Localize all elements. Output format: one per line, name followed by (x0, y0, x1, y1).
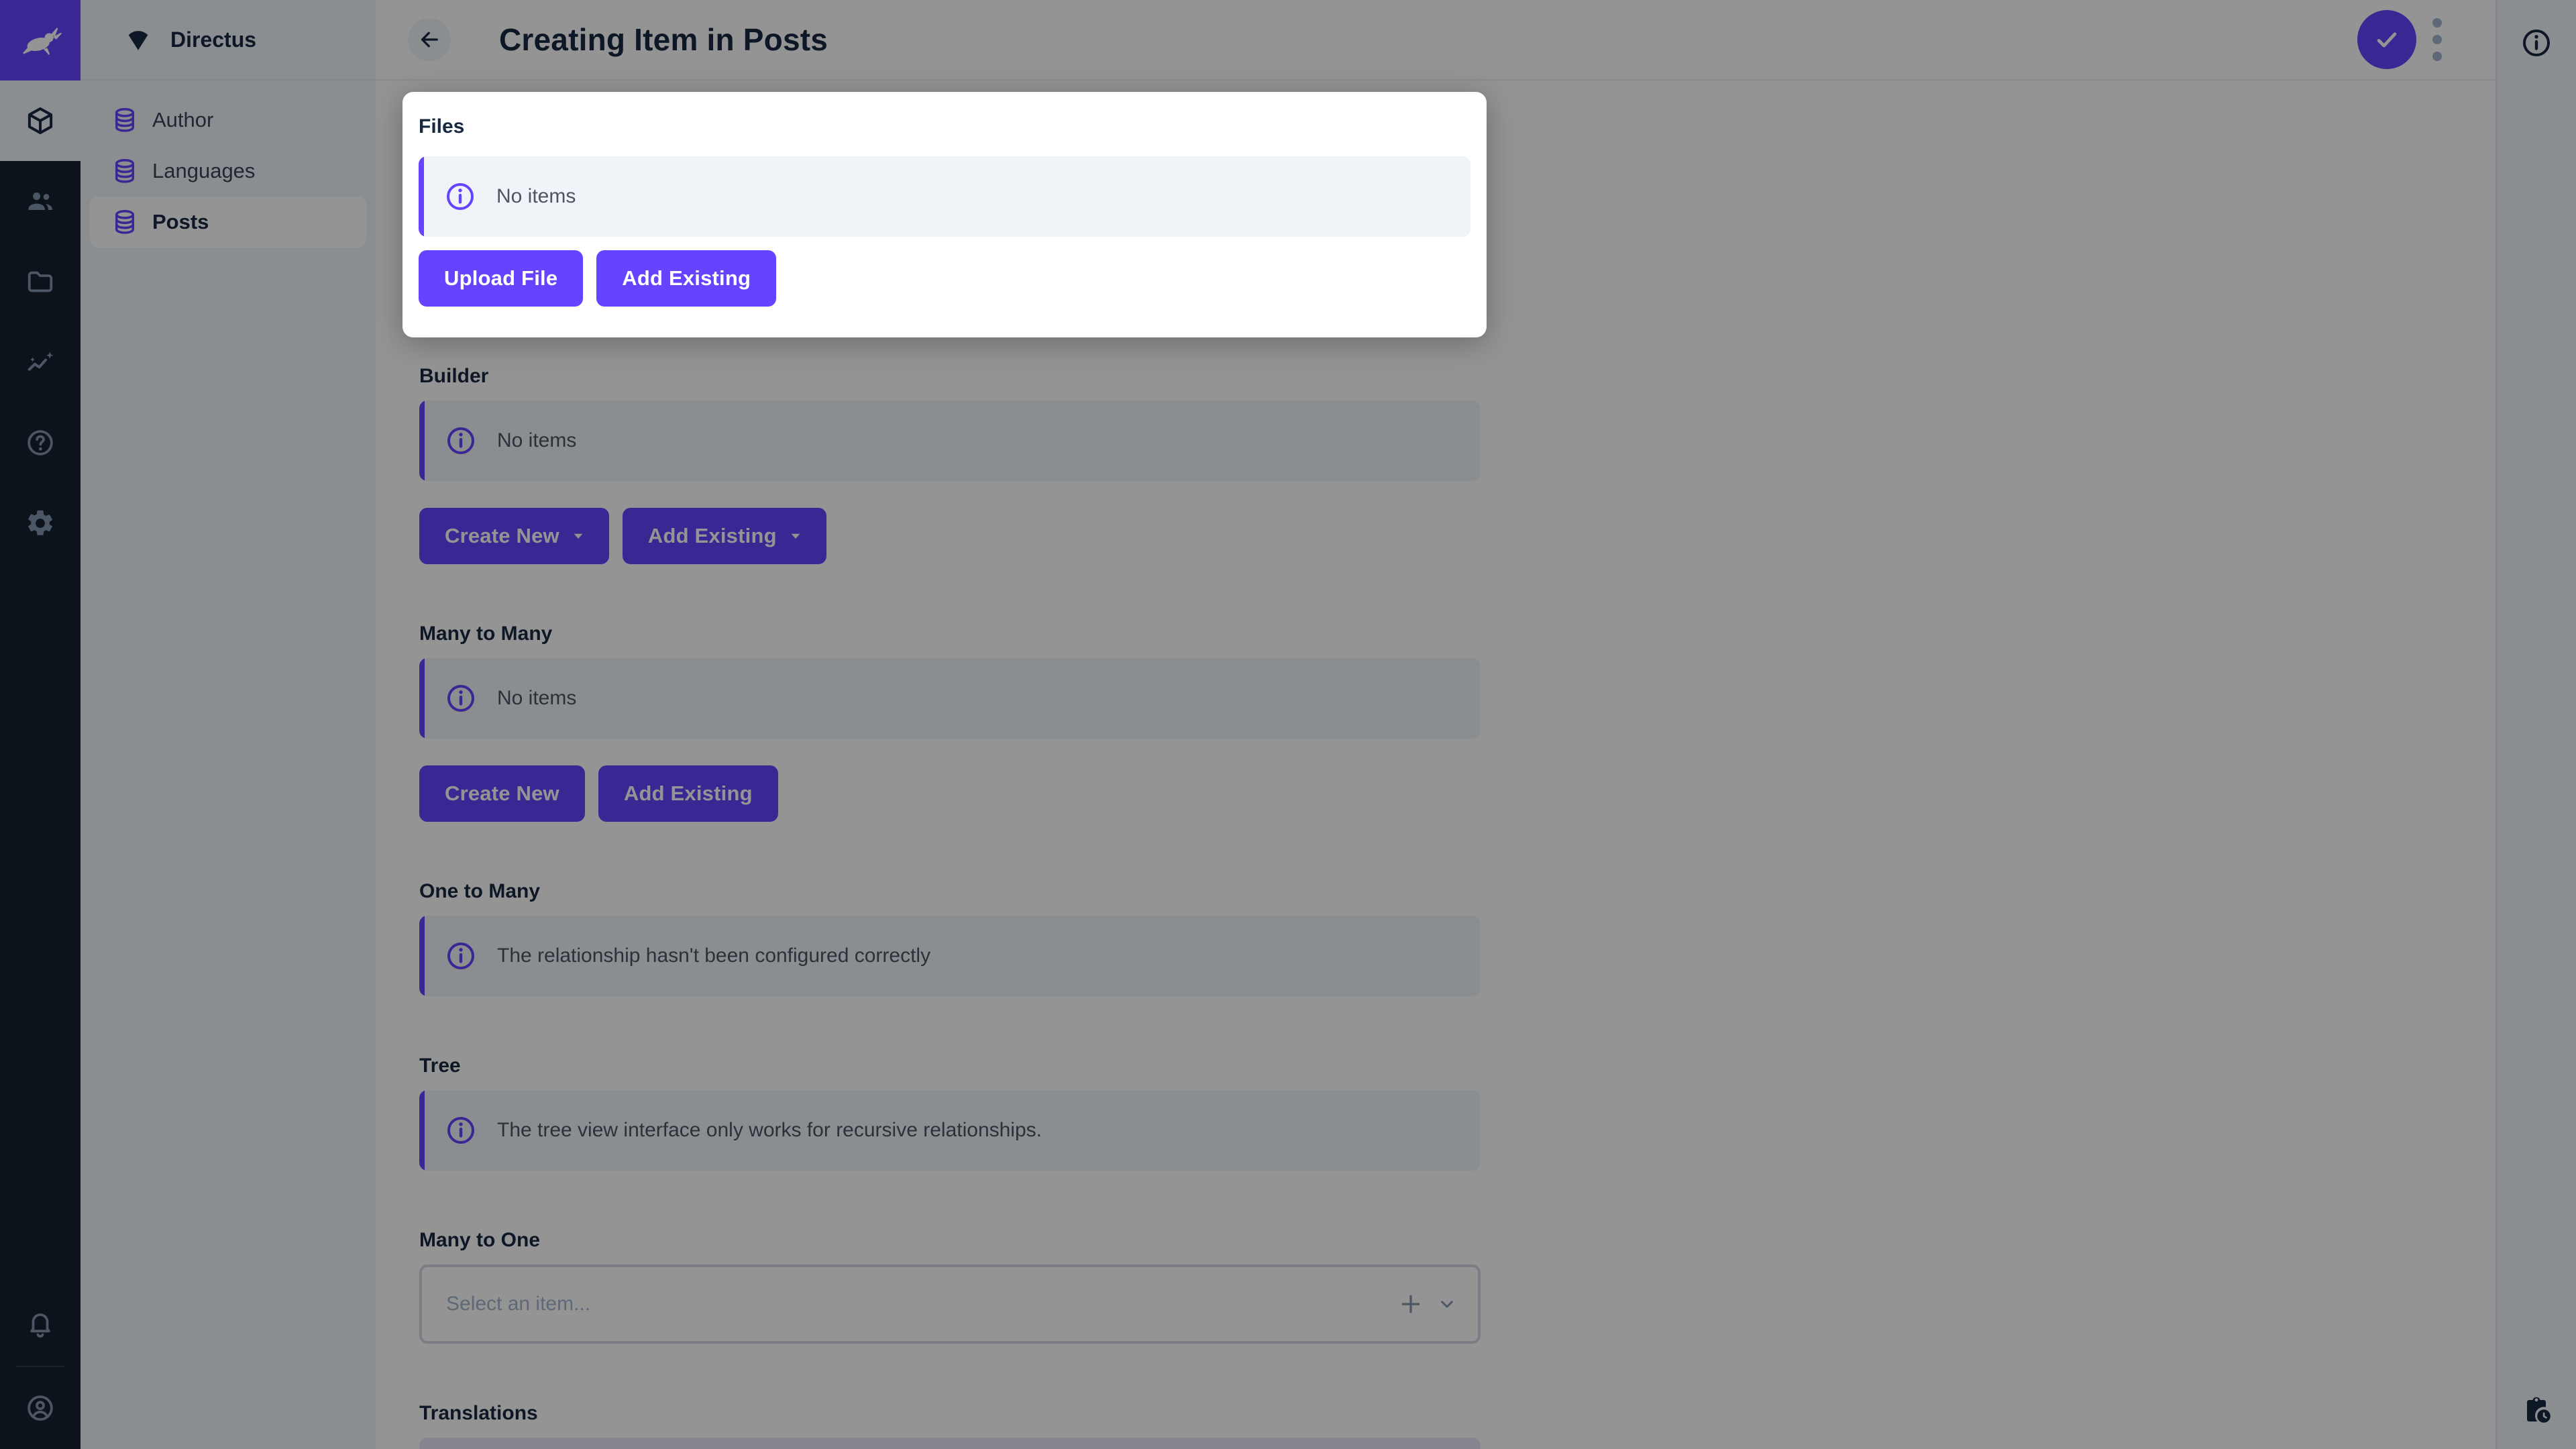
field-label: Files (419, 115, 465, 138)
field-actions: Upload File Add Existing (419, 250, 1470, 307)
notice-text: No items (496, 185, 576, 207)
upload-file-button[interactable]: Upload File (419, 250, 584, 307)
button-label: Add Existing (622, 266, 751, 290)
no-items-notice: No items (419, 156, 1470, 237)
files-field-card: Files No items Upload File Add Existing (402, 92, 1487, 337)
info-icon (439, 180, 476, 213)
button-label: Upload File (444, 266, 558, 290)
add-existing-button[interactable]: Add Existing (596, 250, 777, 307)
